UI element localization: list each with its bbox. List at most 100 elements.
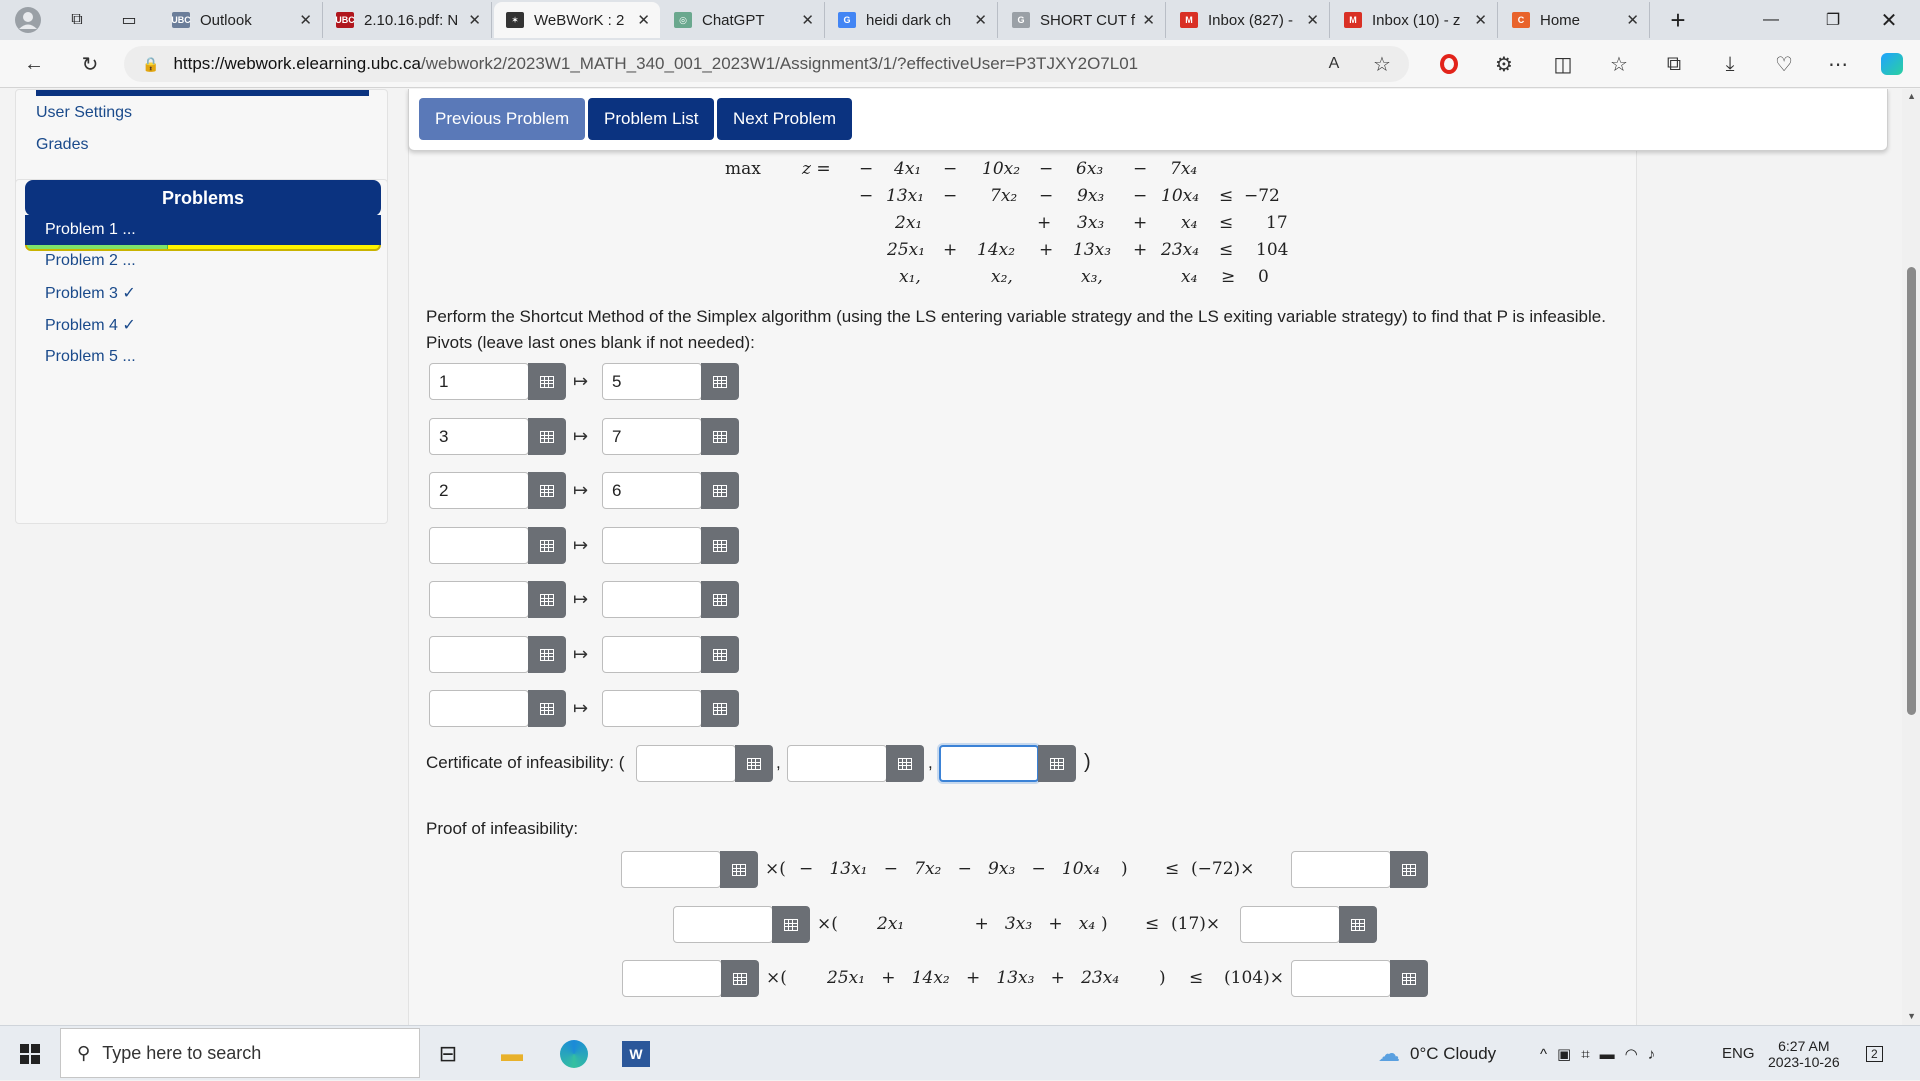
tab-close-icon[interactable]: ✕ <box>801 11 814 29</box>
proof-multiplier-input-3[interactable] <box>622 960 722 997</box>
calculator-icon[interactable] <box>701 363 739 400</box>
tab-close-icon[interactable]: ✕ <box>299 11 312 29</box>
tab-6[interactable]: M Inbox (827) - ✕ <box>1168 2 1330 38</box>
calculator-icon[interactable] <box>701 636 739 673</box>
tab-7[interactable]: M Inbox (10) - z ✕ <box>1332 2 1498 38</box>
previous-problem-button[interactable]: Previous Problem <box>419 98 586 140</box>
calculator-icon[interactable] <box>1390 960 1428 997</box>
certificate-input-1[interactable] <box>636 745 736 782</box>
problem-link-1[interactable]: Problem 1 ... <box>25 215 381 245</box>
performance-icon[interactable]: ♡ <box>1768 48 1800 80</box>
workspaces-icon[interactable]: ⧉ <box>54 0 100 40</box>
proof-rhs-input-2[interactable] <box>1240 906 1340 943</box>
tab-1[interactable]: UBC 2.10.16.pdf: N ✕ <box>324 2 492 38</box>
restore-icon[interactable]: ❐ <box>1810 0 1856 40</box>
tab-close-icon[interactable]: ✕ <box>1306 11 1319 29</box>
calculator-icon[interactable] <box>1038 745 1076 782</box>
calculator-icon[interactable] <box>528 636 566 673</box>
taskbar-search[interactable]: ⚲ Type here to search <box>60 1028 420 1078</box>
user-settings-link[interactable]: User Settings <box>36 104 132 122</box>
calculator-icon[interactable] <box>720 851 758 888</box>
tab-actions-icon[interactable]: ▭ <box>106 0 152 40</box>
calculator-icon[interactable] <box>772 906 810 943</box>
tab-close-icon[interactable]: ✕ <box>1474 11 1487 29</box>
problem-list-button[interactable]: Problem List <box>588 98 715 140</box>
new-tab-icon[interactable]: + <box>1655 0 1701 40</box>
problem-link-3[interactable]: Problem 3 ✓ <box>25 278 381 308</box>
system-tray-icons[interactable]: ^▣⌗▬◠♪ <box>1540 1026 1665 1081</box>
window-close-icon[interactable]: ✕ <box>1866 0 1912 40</box>
profile-icon[interactable] <box>5 0 51 40</box>
calculator-icon[interactable] <box>701 527 739 564</box>
scroll-up-icon[interactable]: ▲ <box>1907 91 1916 101</box>
tab-close-icon[interactable]: ✕ <box>1626 11 1639 29</box>
pivot-exit-input-6[interactable] <box>602 636 702 673</box>
pivot-enter-input-5[interactable] <box>429 581 529 618</box>
windows-start-icon[interactable] <box>10 1034 50 1074</box>
language-indicator[interactable]: ENG <box>1722 1026 1755 1081</box>
scroll-down-icon[interactable]: ▼ <box>1907 1011 1916 1021</box>
collections-icon[interactable]: ⧉ <box>1658 48 1690 80</box>
tab-5[interactable]: G SHORT CUT f ✕ <box>1000 2 1166 38</box>
favorites-icon[interactable]: ☆ <box>1603 48 1635 80</box>
more-options-icon[interactable]: ⋯ <box>1822 48 1854 80</box>
tab-close-icon[interactable]: ✕ <box>468 11 481 29</box>
problem-link-5[interactable]: Problem 5 ... <box>25 342 381 372</box>
extensions-icon[interactable]: ⚙ <box>1488 48 1520 80</box>
next-problem-button[interactable]: Next Problem <box>717 98 852 140</box>
certificate-input-2[interactable] <box>787 745 887 782</box>
pivot-exit-input-5[interactable] <box>602 581 702 618</box>
notifications-icon[interactable]: 2 <box>1866 1026 1883 1081</box>
pivot-exit-input-1[interactable]: 5 <box>602 363 702 400</box>
task-view-icon[interactable]: ⊟ <box>428 1034 468 1074</box>
read-aloud-icon[interactable]: A <box>1318 48 1350 80</box>
calculator-icon[interactable] <box>528 418 566 455</box>
tab-2[interactable]: ✶ WeBWorK : 2 ✕ <box>494 2 660 38</box>
calculator-icon[interactable] <box>528 690 566 727</box>
calculator-icon[interactable] <box>701 472 739 509</box>
word-icon[interactable]: W <box>616 1034 656 1074</box>
weather-widget[interactable]: ☁ 0°C Cloudy <box>1378 1026 1496 1081</box>
pivot-exit-input-2[interactable]: 7 <box>602 418 702 455</box>
calculator-icon[interactable] <box>886 745 924 782</box>
favorite-star-icon[interactable]: ☆ <box>1366 48 1398 80</box>
edge-icon[interactable] <box>554 1034 594 1074</box>
calculator-icon[interactable] <box>701 418 739 455</box>
calculator-icon[interactable] <box>528 527 566 564</box>
tab-close-icon[interactable]: ✕ <box>974 11 987 29</box>
proof-rhs-input-1[interactable] <box>1291 851 1391 888</box>
calculator-icon[interactable] <box>1339 906 1377 943</box>
proof-multiplier-input-2[interactable] <box>673 906 773 943</box>
opera-extension-icon[interactable] <box>1433 48 1465 80</box>
problem-link-2[interactable]: Problem 2 ... <box>25 246 381 276</box>
tab-0[interactable]: UBC Outlook ✕ <box>160 2 323 38</box>
proof-rhs-input-3[interactable] <box>1291 960 1391 997</box>
page-scrollbar[interactable]: ▲ ▼ <box>1902 89 1920 1025</box>
file-explorer-icon[interactable]: ▬ <box>492 1034 532 1074</box>
tab-close-icon[interactable]: ✕ <box>1142 11 1155 29</box>
grades-link[interactable]: Grades <box>36 136 88 154</box>
pivot-exit-input-7[interactable] <box>602 690 702 727</box>
back-icon[interactable]: ← <box>18 48 50 80</box>
pivot-exit-input-4[interactable] <box>602 527 702 564</box>
tab-3[interactable]: ◎ ChatGPT ✕ <box>662 2 825 38</box>
pivot-enter-input-7[interactable] <box>429 690 529 727</box>
calculator-icon[interactable] <box>528 472 566 509</box>
pivot-enter-input-2[interactable]: 3 <box>429 418 529 455</box>
calculator-icon[interactable] <box>701 581 739 618</box>
tab-close-icon[interactable]: ✕ <box>637 11 650 29</box>
downloads-icon[interactable]: ⤓ <box>1714 48 1746 80</box>
tab-8[interactable]: C Home ✕ <box>1500 2 1650 38</box>
pivot-enter-input-3[interactable]: 2 <box>429 472 529 509</box>
pivot-enter-input-6[interactable] <box>429 636 529 673</box>
refresh-icon[interactable]: ↻ <box>74 48 106 80</box>
copilot-icon[interactable] <box>1876 48 1908 80</box>
tab-4[interactable]: Gheidi dark ch ✕ <box>826 2 998 38</box>
calculator-icon[interactable] <box>701 690 739 727</box>
minimize-icon[interactable]: — <box>1748 0 1794 40</box>
pivot-enter-input-4[interactable] <box>429 527 529 564</box>
pivot-enter-input-1[interactable]: 1 <box>429 363 529 400</box>
url-field[interactable]: 🔒 https://webwork.elearning.ubc.ca/webwo… <box>124 46 1409 82</box>
certificate-input-3[interactable] <box>939 745 1039 782</box>
calculator-icon[interactable] <box>1390 851 1428 888</box>
